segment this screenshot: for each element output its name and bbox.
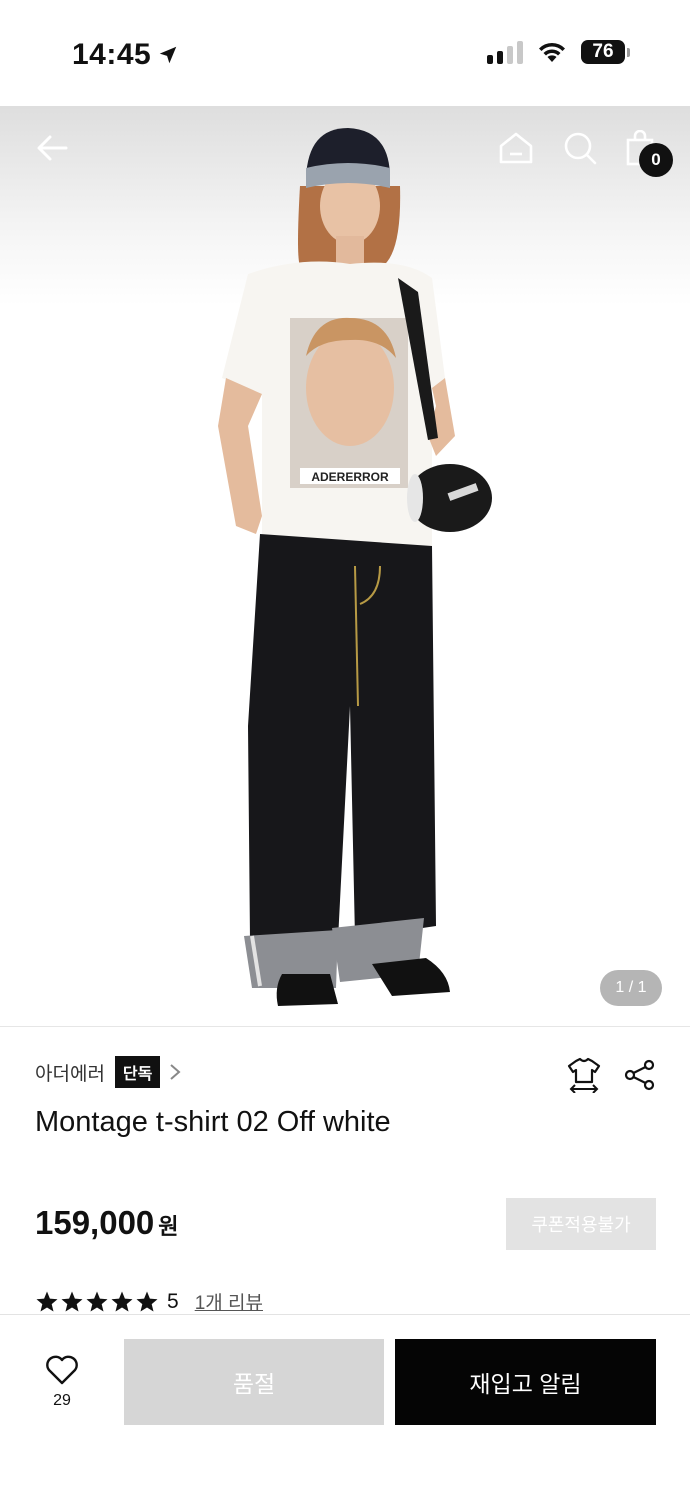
product-model-photo: ADERERROR bbox=[218, 128, 492, 1006]
share-icon bbox=[624, 1059, 655, 1091]
wishlist-count: 29 bbox=[53, 1392, 71, 1409]
clock-text: 14:45 bbox=[72, 38, 152, 71]
image-page-indicator: 1 / 1 bbox=[600, 970, 662, 1006]
location-arrow-icon bbox=[159, 46, 177, 64]
home-button[interactable] bbox=[496, 128, 536, 168]
product-title: Montage t-shirt 02 Off white bbox=[35, 1106, 391, 1138]
back-button[interactable] bbox=[32, 128, 72, 168]
price-unit: 원 bbox=[158, 1214, 179, 1239]
rating-row: 5 1개 리뷰 bbox=[35, 1288, 263, 1315]
exclusive-badge: 단독 bbox=[114, 1056, 161, 1088]
search-icon bbox=[564, 132, 597, 165]
coupon-button[interactable]: 쿠폰적용불가 bbox=[506, 1198, 656, 1250]
top-nav bbox=[0, 106, 690, 196]
back-arrow-icon bbox=[37, 135, 68, 161]
rating-stars bbox=[35, 1290, 159, 1314]
product-image[interactable]: ADERERROR bbox=[0, 106, 690, 1026]
product-price: 159,000 bbox=[35, 1204, 155, 1241]
star-icon bbox=[111, 1291, 133, 1311]
restock-alert-button[interactable]: 재입고 알림 bbox=[395, 1339, 656, 1425]
size-guide-button[interactable] bbox=[566, 1057, 602, 1093]
home-icon bbox=[499, 132, 533, 164]
status-bar: 14:45 76 bbox=[0, 0, 690, 106]
search-button[interactable] bbox=[560, 128, 600, 168]
review-link[interactable]: 1개 리뷰 bbox=[195, 1288, 263, 1315]
star-icon bbox=[61, 1291, 83, 1311]
star-icon bbox=[86, 1291, 108, 1311]
bottom-action-bar: 29 품절 재입고 알림 bbox=[0, 1314, 690, 1500]
shirt-print-text: ADERERROR bbox=[311, 470, 389, 484]
chevron-right-icon bbox=[168, 1062, 182, 1082]
price-row: 159,000 원 bbox=[35, 1204, 179, 1242]
wishlist-button[interactable]: 29 bbox=[30, 1355, 94, 1410]
star-icon bbox=[136, 1291, 158, 1311]
soldout-button[interactable]: 품절 bbox=[124, 1339, 384, 1425]
cart-count-badge: 0 bbox=[639, 143, 673, 177]
heart-icon bbox=[46, 1355, 78, 1385]
star-icon bbox=[36, 1291, 58, 1311]
battery-icon: 76 bbox=[581, 40, 630, 64]
status-icons: 76 bbox=[487, 40, 630, 64]
wifi-icon bbox=[539, 42, 565, 62]
battery-level: 76 bbox=[581, 40, 625, 64]
divider bbox=[0, 1026, 690, 1027]
brand-name: 아더에러 bbox=[35, 1063, 105, 1085]
size-guide-icon bbox=[567, 1057, 601, 1093]
status-time: 14:45 bbox=[72, 38, 179, 72]
rating-value: 5 bbox=[167, 1289, 179, 1313]
product-actions bbox=[566, 1057, 658, 1093]
brand-link[interactable]: 아더에러 단독 bbox=[35, 1056, 182, 1088]
cellular-signal-icon bbox=[487, 40, 523, 64]
share-button[interactable] bbox=[622, 1057, 658, 1093]
